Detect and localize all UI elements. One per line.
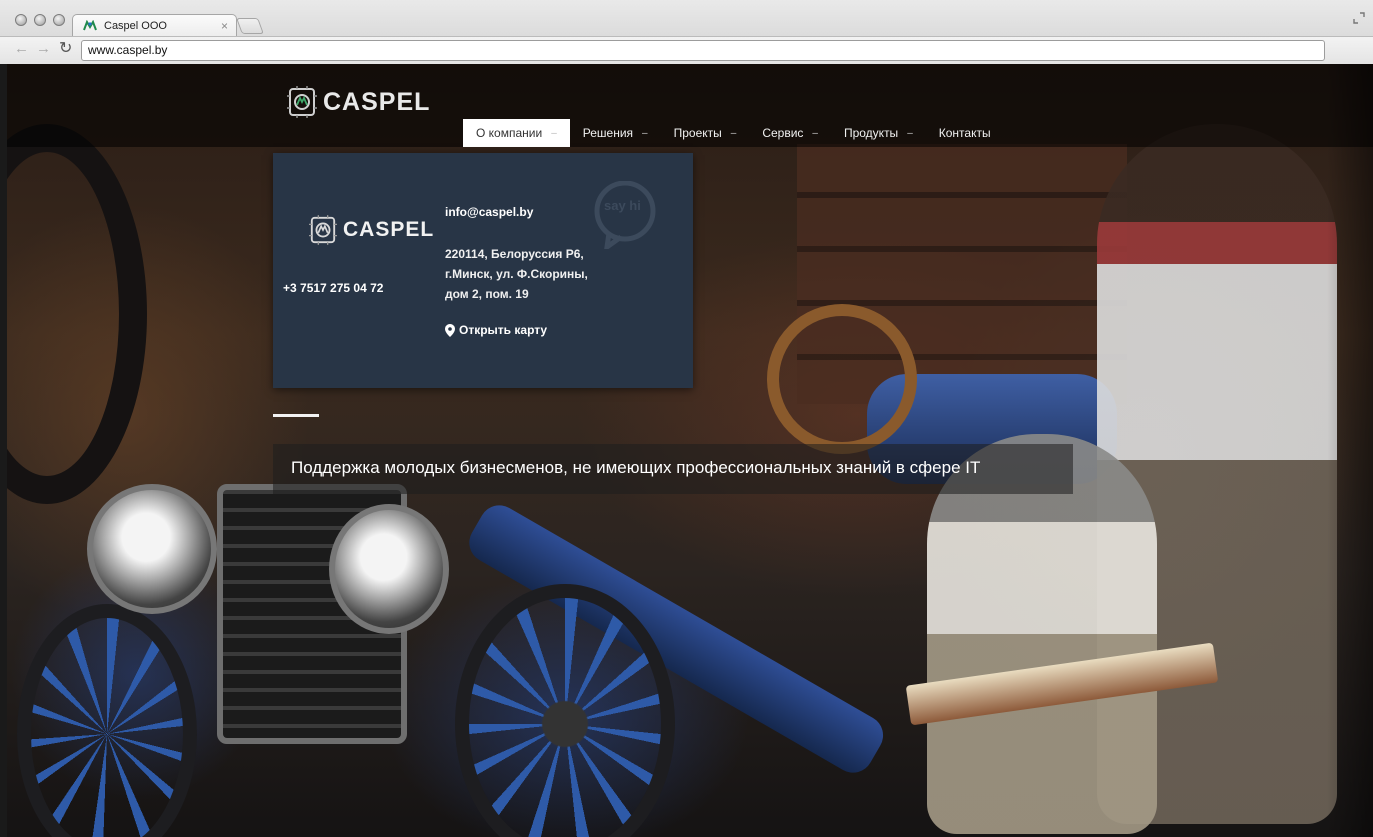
address-line: г.Минск, ул. Ф.Скорины, [445, 267, 588, 281]
main-nav: О компании – Решения – Проекты – Сервис … [463, 119, 1004, 147]
contact-dropdown-panel: CASPEL +3 7517 275 04 72 info@caspel.by … [273, 153, 693, 388]
address-line: дом 2, пом. 19 [445, 287, 529, 301]
open-map-link[interactable]: Открыть карту [445, 323, 547, 337]
email-link[interactable]: info@caspel.by [445, 205, 533, 219]
speech-bubble-icon [594, 181, 656, 249]
nav-item-solutions[interactable]: Решения – [570, 119, 661, 147]
site-logo[interactable]: CASPEL [287, 86, 430, 118]
slide-indicator[interactable] [273, 414, 319, 417]
nav-item-label: Контакты [938, 126, 991, 140]
nav-item-label: О компании [476, 126, 543, 140]
headlamp-left [87, 484, 217, 614]
panel-logo-text: CASPEL [343, 218, 435, 241]
dropdown-dash-icon: – [812, 127, 818, 139]
postal-address: 220114, Белоруссия Р6, г.Минск, ул. Ф.Ск… [445, 244, 615, 304]
nav-item-service[interactable]: Сервис – [749, 119, 831, 147]
browser-tab[interactable]: Caspel OOO × [72, 14, 237, 36]
caspel-favicon-icon [83, 20, 97, 31]
caspel-logo-icon [309, 215, 337, 245]
zoom-window-button[interactable] [53, 14, 65, 26]
map-pin-icon [445, 323, 455, 337]
address-bar[interactable]: www.caspel.by [81, 40, 1325, 61]
logo-text: CASPEL [323, 87, 431, 116]
forward-icon[interactable]: → [36, 41, 51, 56]
tab-close-icon[interactable]: × [221, 20, 228, 32]
nav-item-label: Решения [582, 126, 634, 140]
back-icon[interactable]: ← [14, 41, 29, 56]
car-wheel-left [17, 604, 197, 837]
caspel-logo-icon [287, 86, 317, 118]
open-map-label: Открыть карту [459, 323, 548, 337]
minimize-window-button[interactable] [34, 14, 46, 26]
web-page: CASPEL О компании – Решения – Проекты – … [7, 64, 1373, 837]
browser-toolbar: ← → ↻ www.caspel.by [0, 36, 1373, 64]
nav-item-about[interactable]: О компании – [463, 119, 570, 147]
nav-item-label: Сервис [762, 126, 804, 140]
headlamp-right [329, 504, 449, 634]
nav-item-products[interactable]: Продукты – [831, 119, 926, 147]
reload-icon[interactable]: ↻ [59, 41, 72, 57]
nav-item-label: Проекты [673, 126, 722, 140]
phone-number[interactable]: +3 7517 275 04 72 [283, 281, 383, 295]
hanging-tire [7, 124, 147, 504]
nav-item-label: Продукты [843, 126, 899, 140]
steering-wheel [767, 304, 917, 454]
edge-shadow [1327, 64, 1373, 837]
dropdown-dash-icon: – [730, 127, 737, 139]
nav-item-contacts[interactable]: Контакты [926, 119, 1004, 147]
reading-boy [927, 434, 1157, 834]
dropdown-dash-icon: – [907, 127, 913, 139]
say-hi-label: say hi [604, 198, 641, 213]
new-tab-button[interactable] [236, 18, 264, 34]
browser-chrome: Caspel OOO × ← → ↻ www.caspel.by [0, 0, 1373, 64]
panel-logo: CASPEL [309, 215, 434, 245]
fullscreen-icon[interactable] [1353, 12, 1365, 24]
tab-title: Caspel OOO [104, 19, 167, 32]
dropdown-dash-icon: – [642, 127, 648, 139]
close-window-button[interactable] [15, 14, 27, 26]
window-controls [15, 14, 65, 26]
nav-item-projects[interactable]: Проекты – [661, 119, 750, 147]
dropdown-dash-icon: – [551, 127, 557, 139]
slider-caption: Поддержка молодых бизнесменов, не имеющи… [291, 458, 981, 477]
